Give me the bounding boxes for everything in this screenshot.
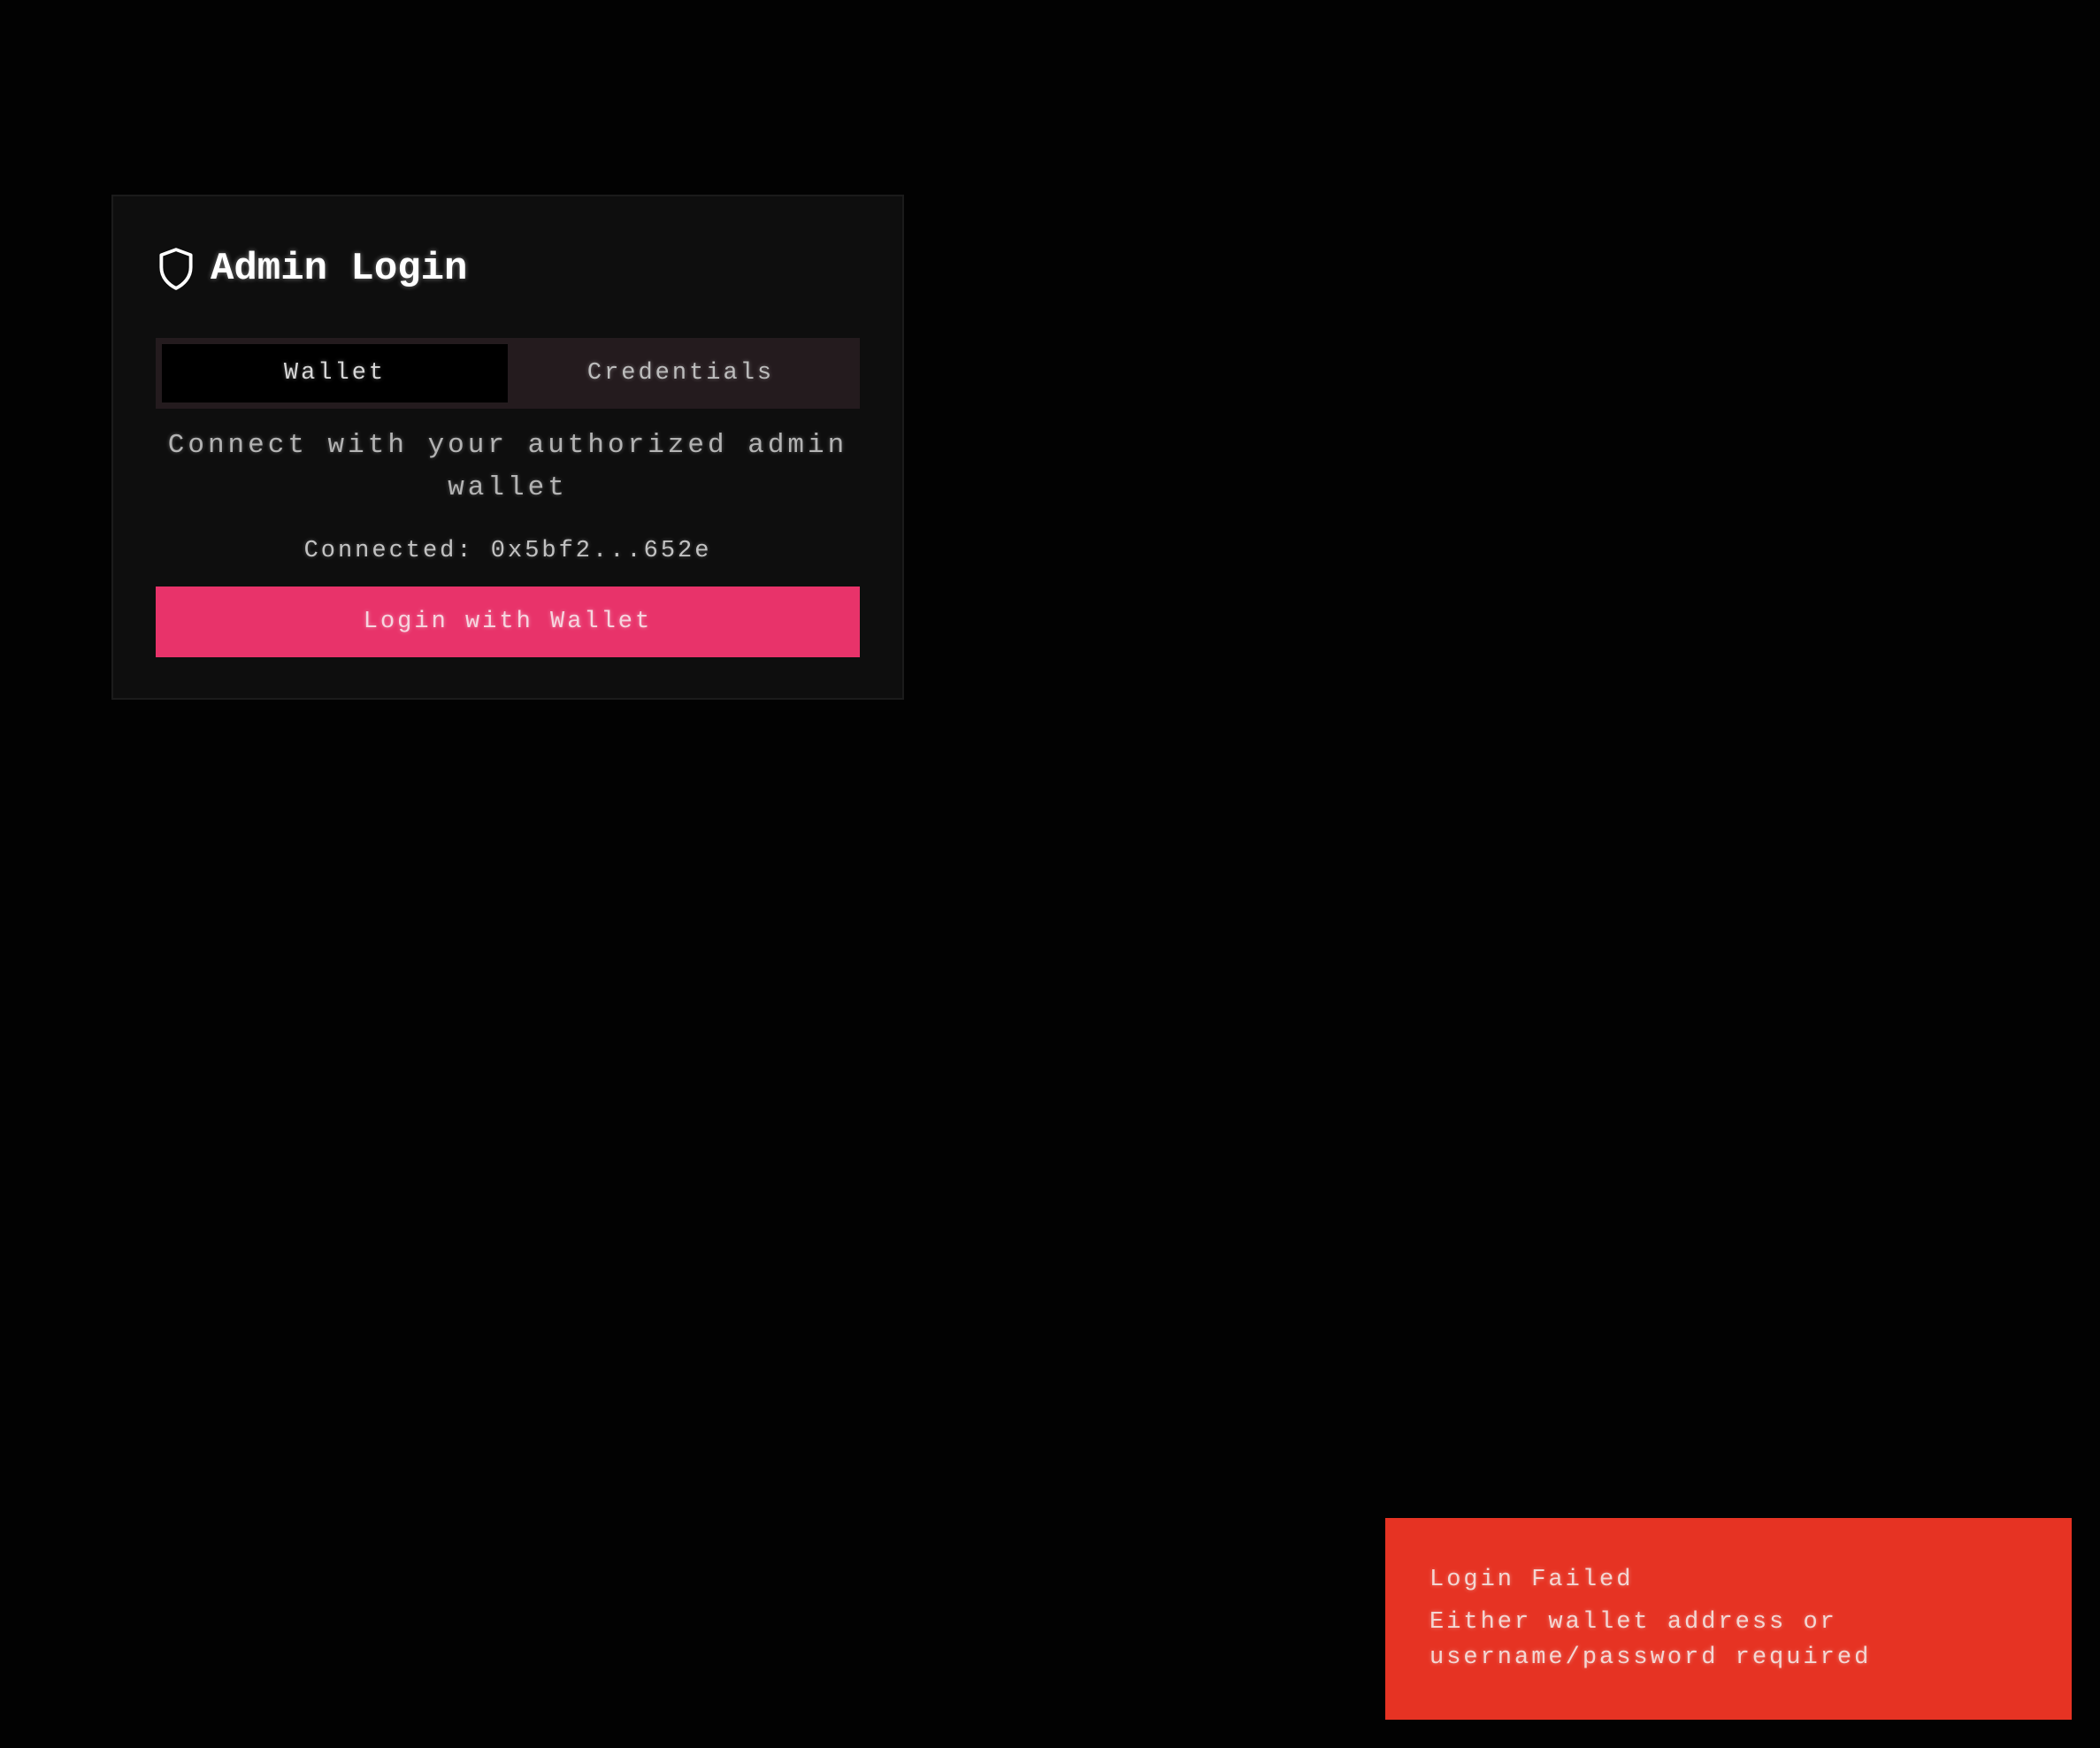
tab-credentials[interactable]: Credentials: [508, 344, 854, 402]
login-with-wallet-button[interactable]: Login with Wallet: [156, 586, 860, 657]
login-method-tabs: Wallet Credentials: [156, 338, 860, 409]
shield-icon: [159, 248, 193, 290]
admin-login-card: Admin Login Wallet Credentials Connect w…: [111, 195, 904, 700]
wallet-description: Connect with your authorized admin walle…: [167, 430, 848, 503]
toast-title: Login Failed: [1429, 1567, 1634, 1593]
toast-message: Either wallet address or username/passwo…: [1429, 1609, 1872, 1671]
card-header: Admin Login: [157, 242, 467, 295]
tab-wallet[interactable]: Wallet: [162, 344, 508, 402]
error-toast[interactable]: Login Failed Either wallet address or us…: [1385, 1518, 2072, 1720]
connected-wallet-status: Connected: 0x5bf2...652e: [303, 538, 712, 564]
page-title: Admin Login: [211, 247, 468, 291]
screen: Admin Login Wallet Credentials Connect w…: [0, 0, 2100, 1748]
